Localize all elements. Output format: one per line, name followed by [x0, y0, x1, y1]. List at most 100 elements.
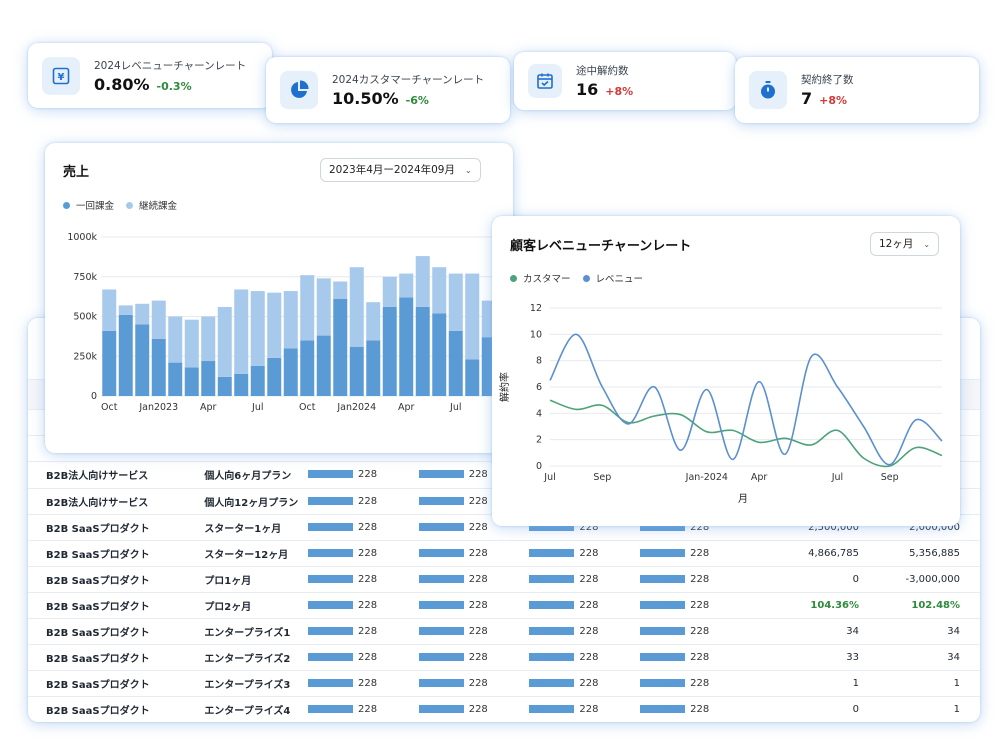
data-bar: [418, 548, 464, 557]
data-bar: [418, 522, 464, 531]
table-row[interactable]: B2B SaaSプロダクト エンタープライズ3 228 228 228 228 1 1: [28, 670, 980, 697]
bar-recurring[interactable]: [465, 273, 480, 360]
cell-bar: 228: [529, 618, 641, 645]
cell-bar: 228: [529, 696, 641, 722]
bar-value: 228: [468, 703, 488, 715]
bar-one-time[interactable]: [283, 348, 298, 396]
kpi-change: -0.3%: [156, 79, 192, 93]
bar-one-time[interactable]: [349, 346, 364, 396]
bar-value: 228: [468, 495, 488, 507]
bar-recurring[interactable]: [382, 276, 397, 307]
cell-value-b: 34: [869, 644, 980, 671]
bar-one-time[interactable]: [201, 361, 216, 396]
line-customer[interactable]: [549, 399, 943, 468]
bar-one-time[interactable]: [135, 324, 150, 396]
cell-bar: 228: [418, 540, 530, 567]
bar-value: 228: [468, 521, 488, 533]
bar-recurring[interactable]: [201, 316, 216, 362]
cell-plan: スターター1ヶ月: [204, 514, 308, 541]
bar-one-time[interactable]: [168, 362, 183, 396]
y-tick-label: 4: [536, 408, 542, 419]
bar-one-time[interactable]: [267, 357, 282, 396]
bar-value: 228: [690, 651, 710, 663]
bar-one-time[interactable]: [118, 314, 133, 396]
cell-bar: 228: [308, 670, 419, 697]
data-bar: [308, 678, 353, 687]
cell-value-b: 34: [869, 618, 980, 645]
bar-one-time[interactable]: [366, 340, 381, 396]
table-row[interactable]: B2B SaaSプロダクト プロ1ヶ月 228 228 228 228 0 -3,000,00…: [28, 566, 980, 593]
bar-recurring[interactable]: [300, 275, 315, 341]
data-bar: [418, 626, 464, 635]
x-tick-label: Jan2023: [138, 402, 178, 413]
data-bar: [529, 626, 575, 635]
data-bar: [308, 626, 353, 635]
bar-recurring[interactable]: [283, 291, 298, 349]
table-row[interactable]: B2B SaaSプロダクト エンタープライズ1 228 228 228 228 34 34: [28, 618, 980, 645]
cell-product: B2B法人向けサービス: [28, 462, 205, 489]
cell-plan: エンタープライズ4: [204, 696, 308, 722]
table-row[interactable]: B2B SaaSプロダクト エンタープライズ2 228 228 228 228 33 34: [28, 644, 980, 671]
data-bar: [529, 678, 575, 687]
bar-one-time[interactable]: [184, 367, 199, 396]
bar-one-time[interactable]: [102, 330, 117, 396]
table-row[interactable]: B2B SaaSプロダクト プロ2ヶ月 228 228 228 228 104.36% 102…: [28, 592, 980, 619]
y-tick-label: 0: [536, 461, 542, 472]
bar-one-time[interactable]: [217, 376, 232, 396]
bar-one-time[interactable]: [300, 340, 315, 396]
table-row[interactable]: B2B SaaSプロダクト エンタープライズ4 228 228 228 228 0 1: [28, 696, 980, 722]
bar-one-time[interactable]: [415, 306, 430, 396]
kpi-label: 2024レベニューチャーンレート: [94, 59, 247, 72]
bar-recurring[interactable]: [316, 278, 331, 336]
cell-plan: 個人向6ヶ月プラン: [204, 462, 308, 489]
bar-one-time[interactable]: [234, 373, 249, 396]
bar-value: 228: [579, 651, 599, 663]
bar-one-time[interactable]: [399, 297, 414, 396]
cell-product: B2B SaaSプロダクト: [28, 618, 205, 645]
bar-recurring[interactable]: [267, 292, 282, 358]
bar-recurring[interactable]: [168, 316, 183, 363]
bar-one-time[interactable]: [316, 335, 331, 396]
cell-value-b: 1: [869, 670, 980, 697]
x-tick-label: Jul: [831, 472, 843, 483]
bar-one-time[interactable]: [432, 313, 447, 396]
bar-recurring[interactable]: [102, 289, 117, 331]
line-revenue[interactable]: [549, 333, 943, 466]
sales-bar-chart: 0 250k 500k 750k 1000k Oct Jan2023 Apr Jul Oct Jan…: [67, 232, 497, 413]
bar-value: 228: [468, 469, 488, 481]
x-tick-label: Jan-2024: [685, 472, 728, 483]
bar-one-time[interactable]: [465, 359, 480, 396]
bar-recurring[interactable]: [415, 256, 430, 307]
calendar-check-icon: [528, 64, 562, 98]
data-bar: [308, 496, 353, 505]
bar-one-time[interactable]: [382, 306, 397, 396]
bar-recurring[interactable]: [184, 319, 199, 368]
bar-recurring[interactable]: [448, 273, 463, 331]
bar-one-time[interactable]: [250, 365, 265, 396]
cell-value-b: -3,000,000: [869, 566, 980, 593]
bar-recurring[interactable]: [118, 305, 133, 315]
bar-one-time[interactable]: [151, 338, 166, 396]
table-row[interactable]: B2B SaaSプロダクト スターター12ヶ月 228 228 228 228 4,866,…: [28, 540, 980, 567]
bar-recurring[interactable]: [432, 267, 447, 314]
bar-recurring[interactable]: [366, 302, 381, 341]
cell-value-b: 5,356,885: [869, 540, 980, 567]
bar-recurring[interactable]: [151, 300, 166, 339]
bar-value: 228: [579, 599, 599, 611]
bar-recurring[interactable]: [250, 291, 265, 366]
bar-one-time[interactable]: [333, 299, 348, 396]
churn-chart-card: 顧客レベニューチャーンレート 12ヶ月 ⌄ カスタマー レベニュー 0 2 4 6 8 10…: [492, 216, 960, 526]
cell-value-a: 4,866,785: [750, 540, 870, 567]
bar-recurring[interactable]: [399, 273, 414, 298]
bar-recurring[interactable]: [333, 281, 348, 300]
bar-recurring[interactable]: [217, 306, 232, 377]
bar-recurring[interactable]: [135, 303, 150, 325]
kpi-change: +8%: [605, 85, 634, 98]
bar-recurring[interactable]: [349, 267, 364, 347]
cell-bar: 228: [308, 488, 419, 515]
bar-one-time[interactable]: [448, 330, 463, 396]
data-bar: [308, 652, 353, 661]
y-tick-label: 1000k: [67, 232, 97, 243]
bar-recurring[interactable]: [234, 289, 249, 374]
sales-chart-card: 売上 2023年4月ー2024年09月 ⌄ 一回課金 継続課金 0 250k 500k…: [45, 143, 513, 453]
